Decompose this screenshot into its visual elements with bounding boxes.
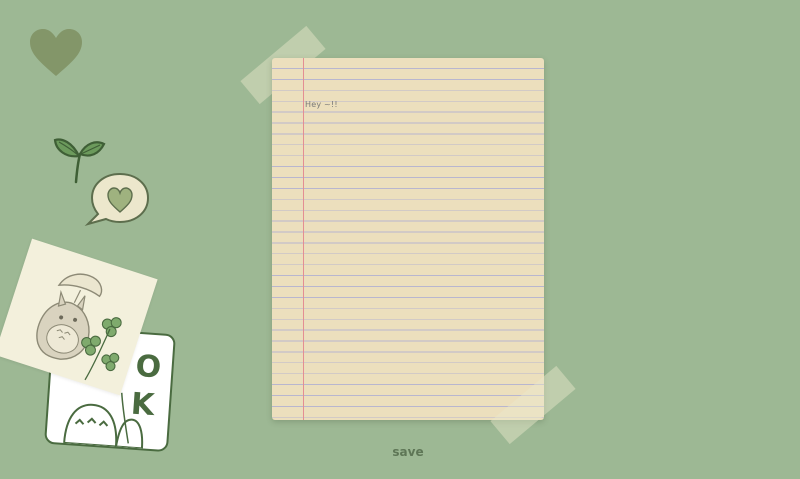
note-text[interactable]: Hey ~!! <box>305 100 338 109</box>
paper-margin-line <box>303 58 304 420</box>
save-button[interactable]: save <box>380 442 436 462</box>
notebook-paper[interactable]: Hey ~!! <box>272 58 544 420</box>
ok-letter-k: K <box>129 386 156 424</box>
desk-background: O K Hey ~!! save <box>0 0 800 479</box>
speech-bubble-heart-icon <box>84 172 150 226</box>
heart-icon <box>30 29 82 76</box>
ok-letter-o: O <box>134 348 163 386</box>
